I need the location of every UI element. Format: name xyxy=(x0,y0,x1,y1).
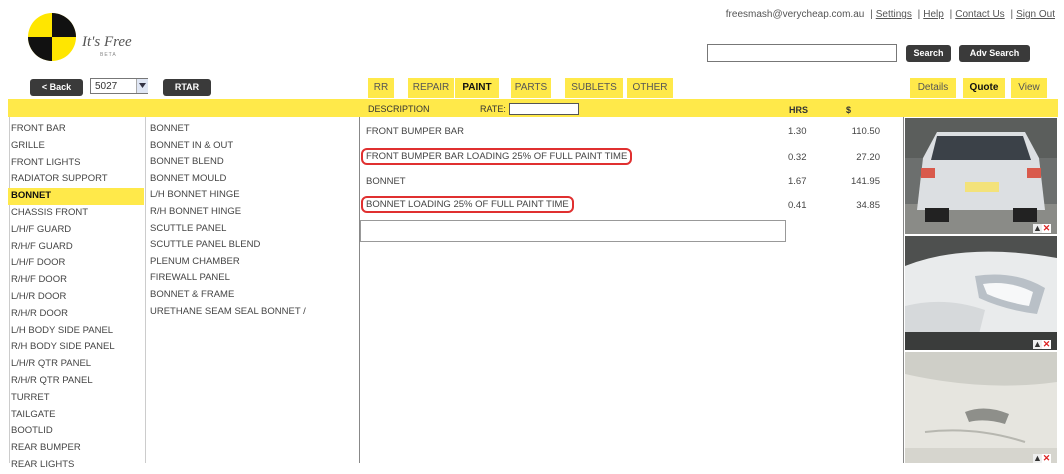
move-up-icon[interactable]: ▲ xyxy=(1033,224,1042,233)
operation-item[interactable]: SCUTTLE PANEL BLEND xyxy=(150,237,355,254)
car-photo-image xyxy=(905,352,1057,463)
quote-line-description[interactable]: BONNET xyxy=(366,176,406,187)
section-item-bootlid[interactable]: BOOTLID xyxy=(11,423,144,440)
quote-line-description[interactable]: FRONT BUMPER BAR LOADING 25% OF FULL PAI… xyxy=(361,148,633,165)
tab-rr[interactable]: RR xyxy=(368,78,394,98)
photo-front-headlight[interactable]: ▲✕ xyxy=(905,236,1057,350)
operation-item[interactable]: SCUTTLE PANEL xyxy=(150,221,355,238)
move-up-icon[interactable]: ▲ xyxy=(1033,340,1042,349)
section-item-rhf-guard[interactable]: R/H/F GUARD xyxy=(11,239,144,256)
description-header: DESCRIPTION xyxy=(368,104,430,114)
section-item-tailgate[interactable]: TAILGATE xyxy=(11,407,144,424)
tab-paint[interactable]: PAINT xyxy=(455,78,499,98)
operation-item[interactable]: BONNET MOULD xyxy=(150,171,355,188)
operation-item[interactable]: BONNET BLEND xyxy=(150,154,355,171)
chevron-down-icon[interactable] xyxy=(136,79,148,93)
section-item-lhf-door[interactable]: L/H/F DOOR xyxy=(11,255,144,272)
tab-sublets[interactable]: SUBLETS xyxy=(565,78,623,98)
tab-other[interactable]: OTHER xyxy=(627,78,673,98)
top-links: freesmash@verycheap.com.au | Settings | He… xyxy=(725,9,1055,20)
search-button[interactable]: Search xyxy=(906,45,951,62)
operation-list: BONNET BONNET IN & OUT BONNET BLEND BONN… xyxy=(150,121,355,320)
brand-beta: BETA xyxy=(100,52,117,58)
section-item-bonnet[interactable]: BONNET xyxy=(8,188,144,205)
section-item-radiator-support[interactable]: RADIATOR SUPPORT xyxy=(11,171,144,188)
close-icon[interactable]: ✕ xyxy=(1042,454,1051,463)
operation-item[interactable]: URETHANE SEAM SEAL BONNET / xyxy=(150,304,355,321)
rate-label: RATE: xyxy=(480,104,506,114)
operation-item[interactable]: BONNET & FRAME xyxy=(150,287,355,304)
section-item-rhr-door[interactable]: R/H/R DOOR xyxy=(11,306,144,323)
divider xyxy=(9,117,10,463)
rtar-button[interactable]: RTAR xyxy=(163,79,211,96)
search-input[interactable] xyxy=(707,44,897,62)
photo-controls: ▲✕ xyxy=(1033,453,1055,463)
section-item-lhr-qtr-panel[interactable]: L/H/R QTR PANEL xyxy=(11,356,144,373)
section-item-chassis-front[interactable]: CHASSIS FRONT xyxy=(11,205,144,222)
brand-tagline: It's Free xyxy=(82,34,132,50)
operation-item[interactable]: L/H BONNET HINGE xyxy=(150,187,355,204)
photo-door-damage[interactable]: ▲✕ xyxy=(905,352,1057,463)
section-item-rhf-door[interactable]: R/H/F DOOR xyxy=(11,272,144,289)
operation-item[interactable]: R/H BONNET HINGE xyxy=(150,204,355,221)
tab-view[interactable]: View xyxy=(1011,78,1047,98)
section-item-rear-lights[interactable]: REAR LIGHTS xyxy=(11,457,144,474)
move-up-icon[interactable]: ▲ xyxy=(1033,454,1042,463)
quote-line-description[interactable]: BONNET LOADING 25% OF FULL PAINT TIME xyxy=(361,196,574,213)
tab-quote[interactable]: Quote xyxy=(963,78,1005,98)
section-item-turret[interactable]: TURRET xyxy=(11,390,144,407)
section-item-lhr-door[interactable]: L/H/R DOOR xyxy=(11,289,144,306)
rate-input[interactable] xyxy=(509,103,579,115)
quote-line-hrs: 0.32 xyxy=(788,152,807,163)
tab-parts[interactable]: PARTS xyxy=(511,78,551,98)
help-link[interactable]: Help xyxy=(923,9,944,20)
section-item-rear-bumper[interactable]: REAR BUMPER xyxy=(11,440,144,457)
quote-line-hrs: 1.30 xyxy=(788,126,807,137)
section-item-rh-body-side-panel[interactable]: R/H BODY SIDE PANEL xyxy=(11,339,144,356)
quote-line-amount: 27.20 xyxy=(856,152,880,163)
photo-controls: ▲✕ xyxy=(1033,339,1055,349)
divider xyxy=(903,117,904,463)
section-list: FRONT BAR GRILLE FRONT LIGHTS RADIATOR S… xyxy=(8,121,144,474)
quote-line-hrs: 1.67 xyxy=(788,176,807,187)
sign-out-link[interactable]: Sign Out xyxy=(1016,9,1055,20)
car-photo-image xyxy=(905,118,1057,234)
photo-rear-wagon[interactable]: ▲✕ xyxy=(905,118,1057,234)
operation-item[interactable]: FIREWALL PANEL xyxy=(150,270,355,287)
photo-controls: ▲✕ xyxy=(1033,223,1055,233)
car-photo-image xyxy=(905,236,1057,350)
contact-us-link[interactable]: Contact Us xyxy=(955,9,1004,20)
operation-item[interactable]: BONNET IN & OUT xyxy=(150,138,355,155)
section-item-grille[interactable]: GRILLE xyxy=(11,138,144,155)
section-item-front-lights[interactable]: FRONT LIGHTS xyxy=(11,155,144,172)
tab-repair[interactable]: REPAIR xyxy=(408,78,454,98)
logo-icon xyxy=(28,13,76,61)
user-email: freesmash@verycheap.com.au xyxy=(725,9,865,20)
back-button[interactable]: < Back xyxy=(30,79,83,96)
hrs-header: HRS xyxy=(789,105,809,115)
operation-item[interactable]: BONNET xyxy=(150,121,355,138)
new-line-input[interactable] xyxy=(360,220,786,242)
amount-header: $ xyxy=(846,105,852,115)
close-icon[interactable]: ✕ xyxy=(1042,224,1051,233)
quote-line-amount: 110.50 xyxy=(851,126,880,137)
quote-line-amount: 141.95 xyxy=(850,176,880,187)
operation-item[interactable]: PLENUM CHAMBER xyxy=(150,254,355,271)
quote-line-amount: 34.85 xyxy=(856,200,880,211)
section-item-front-bar[interactable]: FRONT BAR xyxy=(11,121,144,138)
divider xyxy=(359,117,360,463)
close-icon[interactable]: ✕ xyxy=(1042,340,1051,349)
settings-link[interactable]: Settings xyxy=(876,9,912,20)
quote-line-description[interactable]: FRONT BUMPER BAR xyxy=(366,126,464,137)
quote-line-hrs: 0.41 xyxy=(788,200,807,211)
tab-details[interactable]: Details xyxy=(910,78,956,98)
section-item-rhr-qtr-panel[interactable]: R/H/R QTR PANEL xyxy=(11,373,144,390)
advanced-search-button[interactable]: Adv Search xyxy=(959,45,1030,62)
section-item-lh-body-side-panel[interactable]: L/H BODY SIDE PANEL xyxy=(11,323,144,340)
divider xyxy=(145,117,146,463)
section-item-lhf-guard[interactable]: L/H/F GUARD xyxy=(11,222,144,239)
